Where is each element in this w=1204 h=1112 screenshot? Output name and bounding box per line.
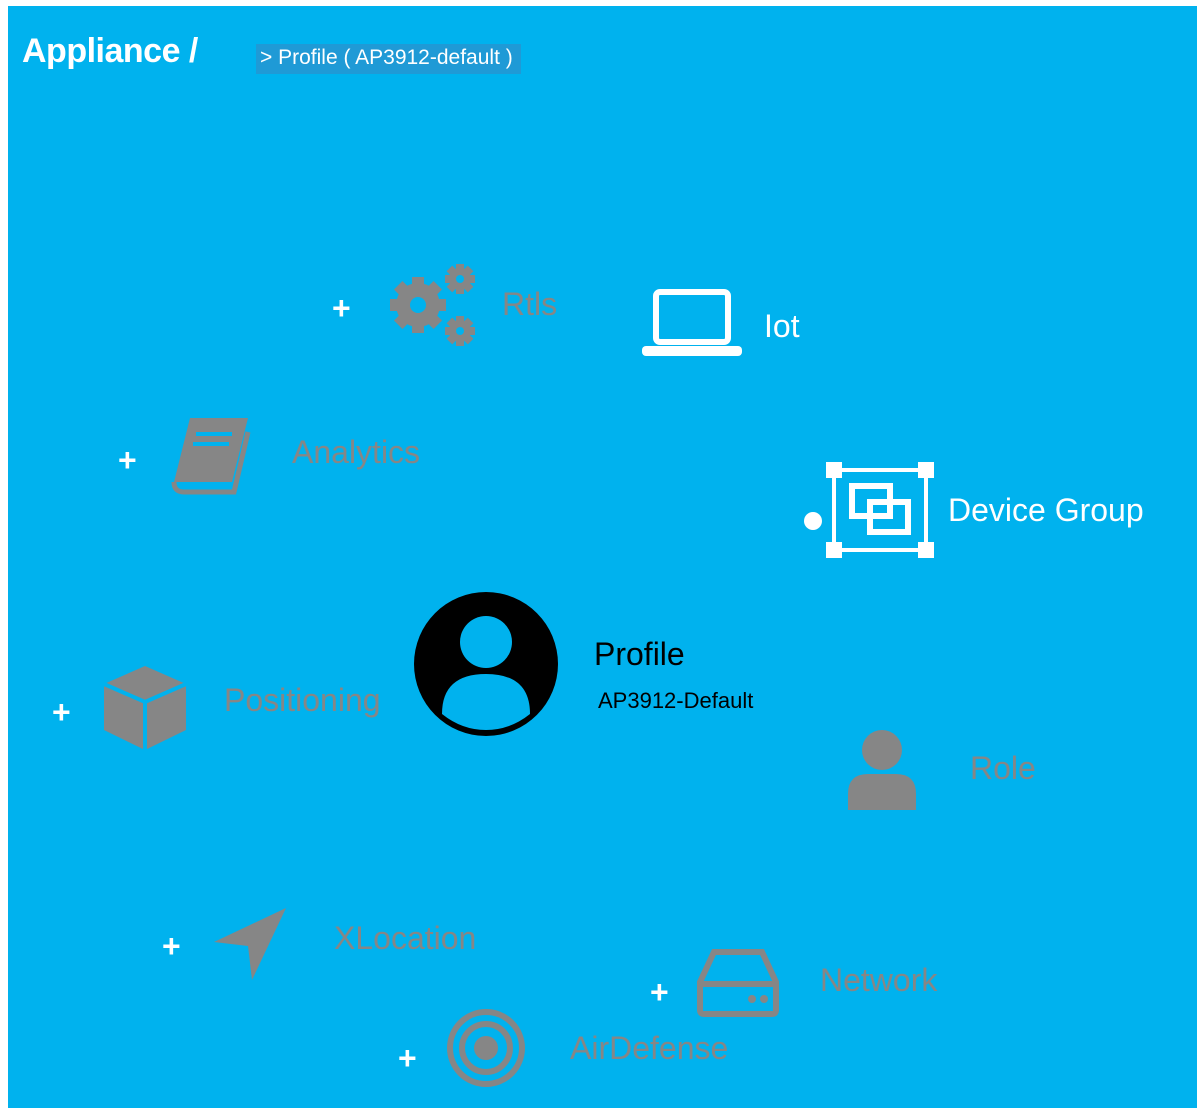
user-icon[interactable]: [846, 728, 918, 812]
node-label-analytics[interactable]: Analytics: [292, 434, 420, 471]
hard-drive-icon[interactable]: [696, 948, 780, 1018]
node-label-xlocation[interactable]: XLocation: [334, 920, 476, 957]
target-icon[interactable]: [446, 1008, 526, 1088]
expand-positioning-button[interactable]: +: [52, 696, 71, 728]
expand-airdefense-button[interactable]: +: [398, 1042, 417, 1074]
laptop-icon[interactable]: [640, 288, 744, 360]
node-label-iot[interactable]: Iot: [764, 308, 800, 345]
group-select-icon[interactable]: [824, 460, 936, 560]
location-arrow-icon[interactable]: [210, 904, 290, 984]
node-label-network[interactable]: Network: [820, 962, 937, 999]
expand-rtls-button[interactable]: +: [332, 292, 351, 324]
breadcrumb-root[interactable]: Appliance /: [22, 32, 198, 71]
node-label-role[interactable]: Role: [970, 750, 1036, 787]
center-node-subtitle: AP3912-Default: [598, 688, 754, 713]
node-label-positioning[interactable]: Positioning: [224, 682, 381, 719]
center-node-title: Profile: [594, 636, 685, 672]
cube-icon[interactable]: [100, 662, 190, 754]
gears-icon[interactable]: [384, 259, 484, 351]
book-icon[interactable]: [168, 410, 260, 496]
expand-network-button[interactable]: +: [650, 976, 669, 1008]
node-label-airdefense[interactable]: AirDefense: [570, 1030, 728, 1067]
node-label-rtls[interactable]: Rtls: [502, 286, 557, 323]
expand-xlocation-button[interactable]: +: [162, 930, 181, 962]
expand-analytics-button[interactable]: +: [118, 444, 137, 476]
user-circle-icon[interactable]: [412, 590, 560, 738]
breadcrumb-current: > Profile ( AP3912-default ): [256, 44, 521, 74]
selected-node-dot: [804, 512, 822, 530]
node-label-device-group[interactable]: Device Group: [948, 492, 1144, 529]
graph-canvas: Appliance / > Profile ( AP3912-default )…: [8, 6, 1197, 1108]
